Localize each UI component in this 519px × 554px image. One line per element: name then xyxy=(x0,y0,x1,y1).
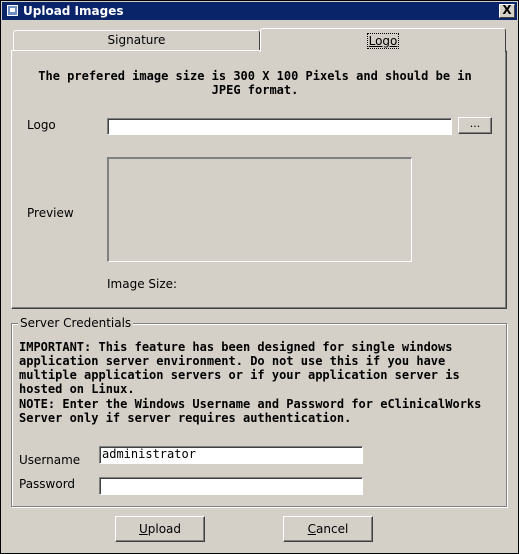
note-notice: NOTE: Enter the Windows Username and Pas… xyxy=(19,397,482,425)
password-input[interactable] xyxy=(99,477,363,495)
upload-button[interactable]: Upload xyxy=(115,516,205,542)
close-button[interactable]: X xyxy=(499,4,515,18)
preview-label: Preview xyxy=(27,206,74,220)
close-icon: X xyxy=(502,3,512,17)
image-size-info: The prefered image size is 300 X 100 Pix… xyxy=(38,69,472,97)
tab-signature-label: Signature xyxy=(107,33,166,47)
window-app-icon xyxy=(7,5,18,16)
browse-button[interactable]: ... xyxy=(458,117,492,134)
username-input[interactable]: administrator xyxy=(99,446,363,464)
username-label: Username xyxy=(19,453,81,467)
logo-preview xyxy=(107,157,412,262)
image-size-label: Image Size: xyxy=(107,277,178,291)
logo-label: Logo xyxy=(27,118,56,132)
logo-path-input[interactable] xyxy=(107,118,452,135)
cancel-button[interactable]: Cancel xyxy=(283,516,373,542)
cancel-button-label: Cancel xyxy=(307,522,349,536)
tab-logo-label: Logo xyxy=(366,33,400,49)
tab-signature[interactable]: Signature xyxy=(13,30,260,50)
password-label: Password xyxy=(19,477,76,491)
title-bar[interactable]: Upload Images X xyxy=(2,2,517,20)
server-credentials-title: Server Credentials xyxy=(18,316,134,330)
important-notice: IMPORTANT: This feature has been designe… xyxy=(19,340,460,396)
upload-images-window: Upload Images X Signature Logo The prefe… xyxy=(0,0,519,554)
window-title: Upload Images xyxy=(23,4,124,18)
tab-logo[interactable]: Logo xyxy=(260,28,506,52)
upload-button-label: Upload xyxy=(138,522,182,536)
